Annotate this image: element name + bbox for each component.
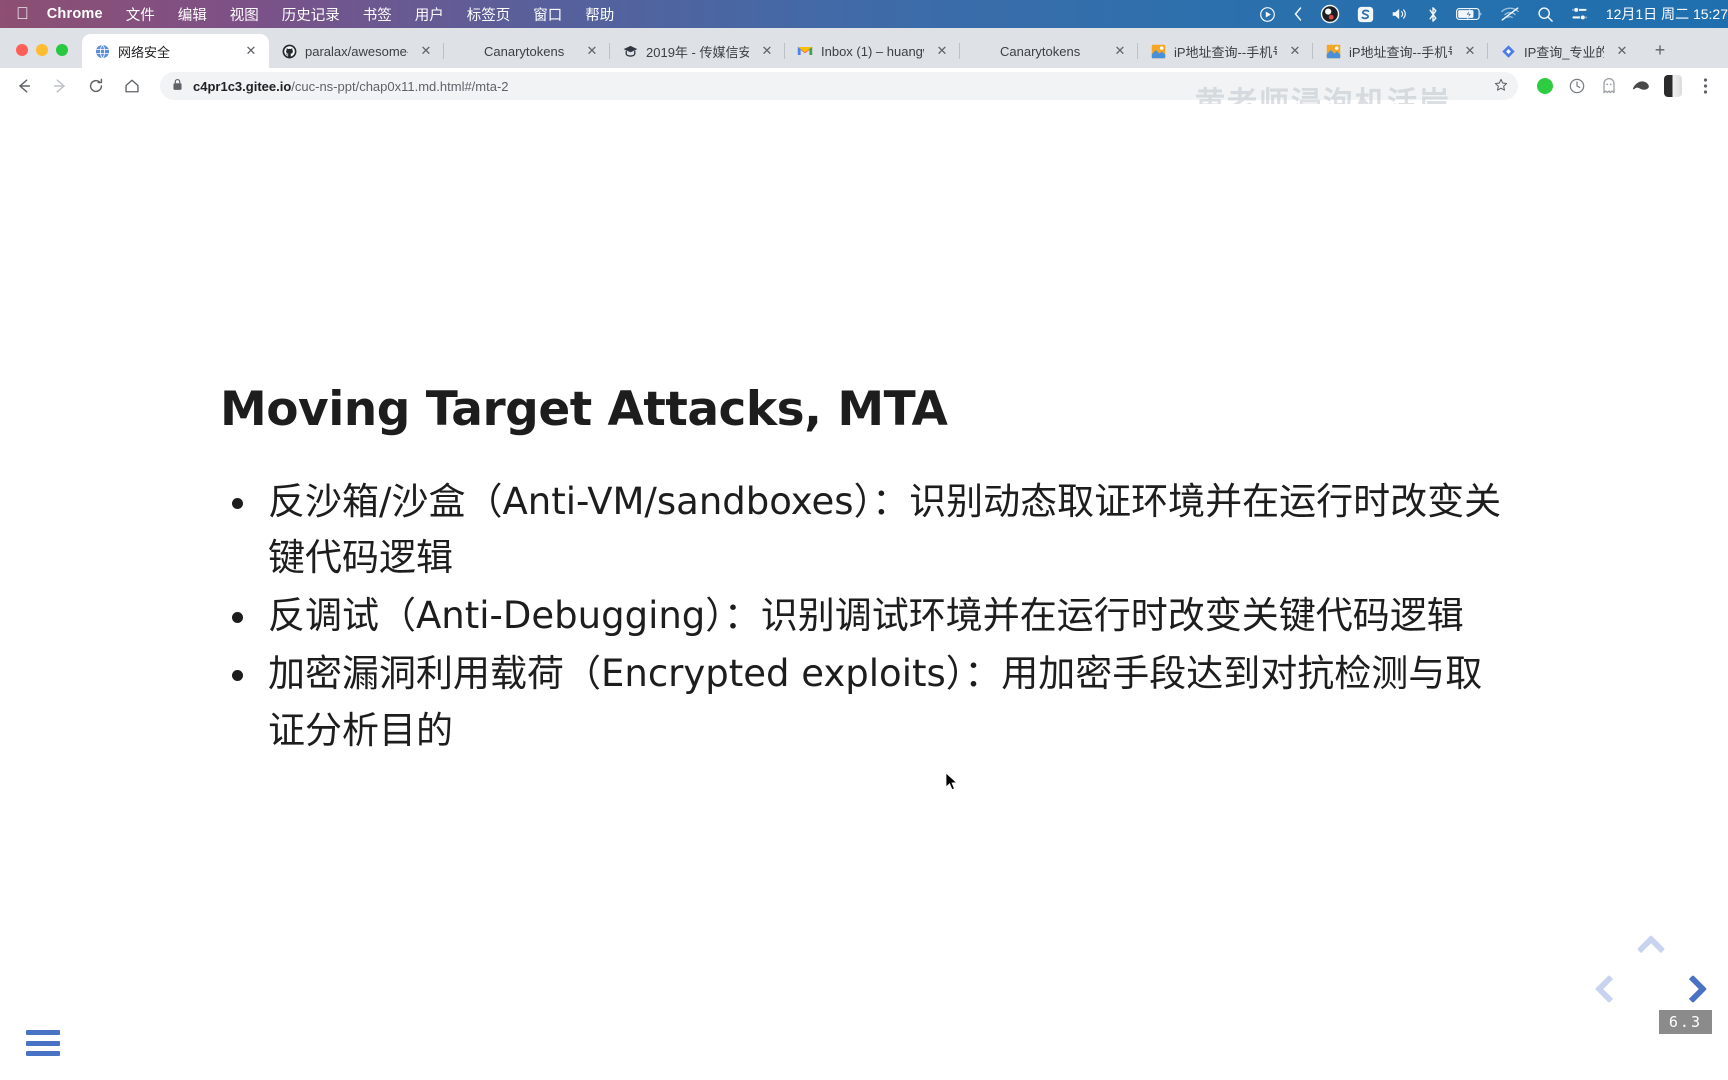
bullet-item: 加密漏洞利用载荷（Encrypted exploits）：用加密手段达到对抗检测… — [220, 646, 1510, 758]
screen-record-icon[interactable] — [1259, 6, 1276, 23]
tab-3[interactable]: 2019年 - 传媒信安教 ✕ — [610, 34, 785, 68]
slide-progress-badge: 6.3 — [1658, 1010, 1712, 1034]
tab-close-icon[interactable]: ✕ — [1285, 41, 1305, 61]
volume-icon[interactable] — [1391, 6, 1410, 22]
address-bar-url: c4pr1c3.gitee.io/cuc-ns-ppt/chap0x11.md.… — [193, 79, 509, 94]
extension-ghost-icon[interactable] — [1596, 73, 1622, 99]
extension-green-icon[interactable] — [1532, 73, 1558, 99]
window-minimize-button[interactable] — [36, 44, 48, 56]
apple-menu-icon[interactable]:  — [16, 5, 29, 22]
url-host: c4pr1c3.gitee.io — [193, 78, 292, 94]
gmail-icon — [797, 43, 813, 59]
chevron-left-icon[interactable] — [1293, 6, 1303, 22]
tab-close-icon[interactable]: ✕ — [1110, 41, 1130, 61]
diamond-icon — [1500, 43, 1516, 59]
chrome-window: 网络安全 ✕ paralax/awesome-h ✕ Canarytokens … — [0, 28, 1728, 1080]
tab-title: Canarytokens — [484, 43, 565, 59]
bluetooth-icon[interactable] — [1427, 6, 1439, 23]
tab-5[interactable]: Canarytokens ✕ — [960, 34, 1138, 68]
menu-item-edit[interactable]: 编辑 — [178, 4, 207, 25]
window-traffic-lights — [0, 44, 82, 68]
menu-item-window[interactable]: 窗口 — [533, 4, 562, 25]
menubar-status-tray — [1259, 4, 1588, 24]
bullet-item: 反沙箱/沙盒（Anti-VM/sandboxes）：识别动态取证环境并在运行时改… — [220, 474, 1510, 586]
spotlight-search-icon[interactable] — [1537, 6, 1554, 23]
forward-icon[interactable] — [46, 72, 74, 100]
tab-close-icon[interactable]: ✕ — [241, 41, 261, 61]
tab-close-icon[interactable]: ✕ — [416, 41, 436, 61]
tab-title: 2019年 - 传媒信安教 — [646, 44, 749, 60]
reveal-slide: Moving Target Attacks, MTA 反沙箱/沙盒（Anti-V… — [220, 384, 1510, 761]
address-bar[interactable]: c4pr1c3.gitee.io/cuc-ns-ppt/chap0x11.md.… — [160, 72, 1518, 100]
globe-icon — [94, 43, 110, 59]
tab-1[interactable]: paralax/awesome-h ✕ — [269, 34, 444, 68]
tab-title: iP地址查询--手机号 — [1349, 44, 1452, 60]
tab-close-icon[interactable]: ✕ — [582, 41, 602, 61]
mouse-cursor — [945, 772, 959, 792]
github-icon — [281, 43, 297, 59]
control-center-icon[interactable] — [1571, 6, 1588, 23]
menu-item-bookmarks[interactable]: 书签 — [363, 4, 392, 25]
tab-title: Canarytokens — [1000, 43, 1081, 59]
new-tab-button[interactable]: + — [1646, 36, 1674, 64]
wifi-off-icon[interactable] — [1500, 6, 1520, 22]
profile-avatar-icon[interactable] — [1660, 73, 1686, 99]
tab-strip: 网络安全 ✕ paralax/awesome-h ✕ Canarytokens … — [0, 28, 1728, 68]
back-icon[interactable] — [10, 72, 38, 100]
nav-up-arrow[interactable] — [1636, 934, 1670, 968]
url-path: /cuc-ns-ppt/chap0x11.md.html#/mta-2 — [291, 78, 509, 94]
menu-item-profiles[interactable]: 用户 — [415, 4, 444, 25]
tab-title: iP地址查询--手机号 — [1174, 44, 1277, 60]
tab-close-icon[interactable]: ✕ — [1460, 41, 1480, 61]
bullet-item: 反调试（Anti-Debugging）：识别调试环境并在运行时改变关键代码逻辑 — [220, 588, 1510, 644]
window-close-button[interactable] — [16, 44, 28, 56]
nav-right-arrow[interactable] — [1678, 974, 1712, 1008]
slide-bullet-list: 反沙箱/沙盒（Anti-VM/sandboxes）：识别动态取证环境并在运行时改… — [220, 474, 1510, 759]
obs-icon[interactable] — [1320, 4, 1340, 24]
lock-icon — [172, 78, 183, 94]
reveal-menu-icon[interactable] — [26, 1030, 60, 1056]
tab-4[interactable]: Inbox (1) – huangwe ✕ — [785, 34, 960, 68]
tab-title: Inbox (1) – huangwe — [821, 43, 924, 59]
tab-6[interactable]: iP地址查询--手机号 ✕ — [1138, 34, 1313, 68]
macos-menubar:  Chrome 文件 编辑 视图 历史记录 书签 用户 标签页 窗口 帮助 — [0, 0, 1728, 28]
tab-7[interactable]: iP地址查询--手机号 ✕ — [1313, 34, 1488, 68]
star-icon[interactable] — [1494, 78, 1508, 95]
tab-2[interactable]: Canarytokens ✕ — [444, 34, 610, 68]
grad-cap-icon — [622, 43, 638, 59]
nav-left-arrow[interactable] — [1594, 974, 1628, 1008]
tab-close-icon[interactable]: ✕ — [932, 41, 952, 61]
more-menu-icon[interactable] — [1692, 73, 1718, 99]
browser-toolbar: c4pr1c3.gitee.io/cuc-ns-ppt/chap0x11.md.… — [0, 68, 1728, 104]
menu-item-tab[interactable]: 标签页 — [467, 4, 511, 25]
tab-title: IP查询_专业的 IP 查 — [1524, 44, 1604, 60]
menubar-clock[interactable]: 12月1日 周二 15:27 — [1606, 4, 1728, 24]
battery-charging-icon[interactable] — [1455, 7, 1483, 21]
image-icon — [1325, 43, 1341, 59]
window-zoom-button[interactable] — [56, 44, 68, 56]
tab-close-icon[interactable]: ✕ — [757, 41, 777, 61]
tab-close-icon[interactable]: ✕ — [1612, 41, 1632, 61]
tab-title: paralax/awesome-h — [305, 43, 408, 59]
tab-8[interactable]: IP查询_专业的 IP 查 ✕ — [1488, 34, 1640, 68]
extension-bird-icon[interactable] — [1628, 73, 1654, 99]
image-icon — [1150, 43, 1166, 59]
slide-navigation-controls: 6.3 — [1594, 934, 1712, 1034]
sogou-input-icon[interactable] — [1357, 6, 1374, 23]
reload-icon[interactable] — [82, 72, 110, 100]
home-icon[interactable] — [118, 72, 146, 100]
menu-item-view[interactable]: 视图 — [230, 4, 259, 25]
menu-item-chrome[interactable]: Chrome — [47, 6, 103, 22]
menu-item-file[interactable]: 文件 — [126, 4, 155, 25]
page-viewport: Moving Target Attacks, MTA 反沙箱/沙盒（Anti-V… — [0, 104, 1728, 1080]
tab-0[interactable]: 网络安全 ✕ — [82, 34, 269, 68]
menu-item-help[interactable]: 帮助 — [585, 4, 614, 25]
clock-history-icon[interactable] — [1564, 73, 1590, 99]
menu-item-history[interactable]: 历史记录 — [282, 4, 340, 25]
tab-title: 网络安全 — [118, 44, 171, 60]
slide-title: Moving Target Attacks, MTA — [220, 382, 948, 437]
